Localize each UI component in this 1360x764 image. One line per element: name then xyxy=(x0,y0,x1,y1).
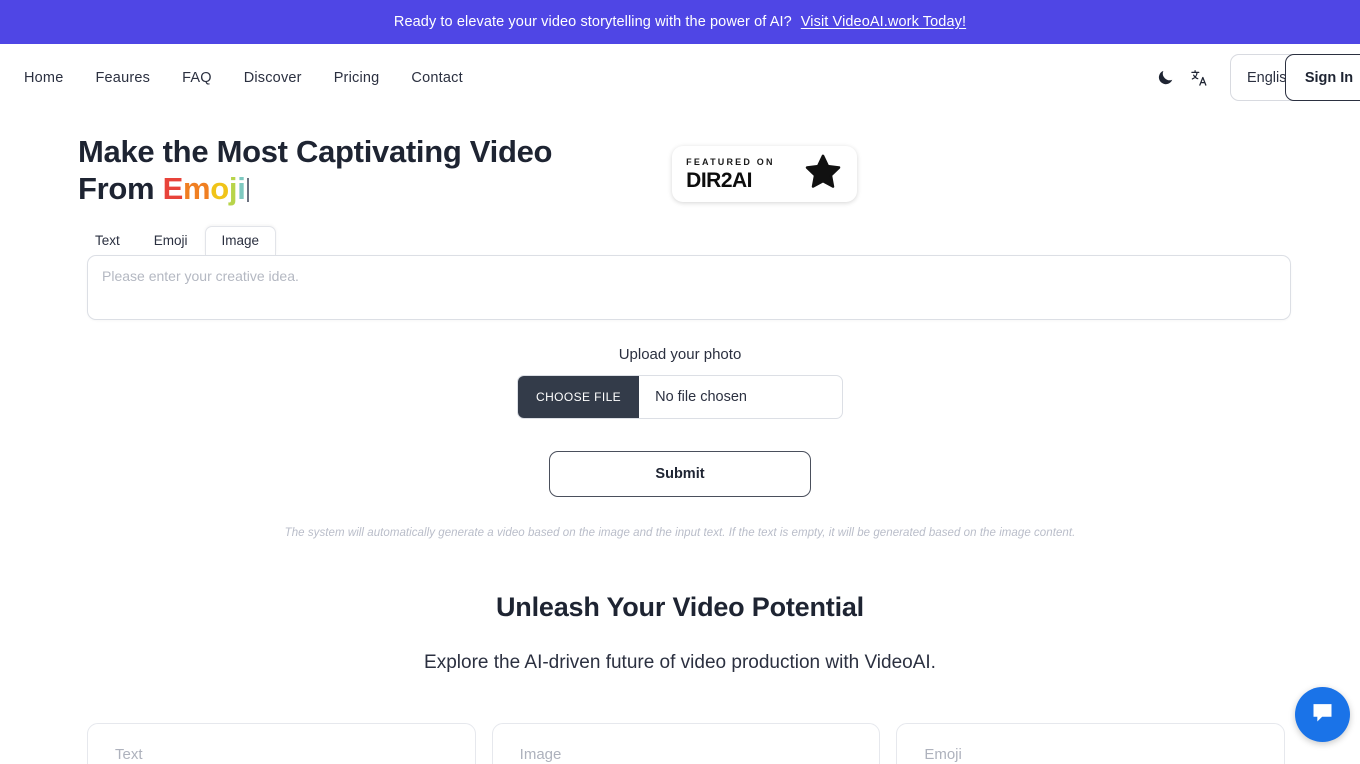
generator-tabs: Text Emoji Image xyxy=(78,225,1360,256)
file-upload-control[interactable]: CHOOSE FILE No file chosen xyxy=(517,375,843,420)
featured-badge[interactable]: FEATURED ON DIR2AI xyxy=(672,146,858,202)
nav-item-features[interactable]: Feaures xyxy=(95,70,150,86)
announcement-link[interactable]: Visit VideoAI.work Today! xyxy=(801,14,966,30)
file-name-display: No file chosen xyxy=(655,389,747,406)
feature-cards: Text Image Emoji xyxy=(87,723,1286,764)
translate-icon[interactable] xyxy=(1182,61,1216,95)
feature-card-image[interactable]: Image xyxy=(491,723,881,764)
submit-button[interactable]: Submit xyxy=(549,451,811,498)
nav-item-faq[interactable]: FAQ xyxy=(182,70,212,86)
generator-form xyxy=(87,255,1291,325)
main-navigation: Home Feaures FAQ Discover Pricing Contac… xyxy=(24,70,463,86)
upload-photo-label: Upload your photo xyxy=(618,346,742,364)
moon-icon[interactable] xyxy=(1148,61,1182,95)
hero-title-prefix: From xyxy=(78,170,163,206)
typed-letter-1: m xyxy=(183,170,211,206)
typed-letter-2: o xyxy=(210,170,229,206)
star-icon xyxy=(803,153,843,196)
potential-title: Unleash Your Video Potential xyxy=(496,592,864,623)
featured-badge-texts: FEATURED ON DIR2AI xyxy=(686,156,803,192)
nav-item-contact[interactable]: Contact xyxy=(411,70,462,86)
page-title: Make the Most Captivating Video From Emo… xyxy=(78,134,552,207)
announcement-banner: Ready to elevate your video storytelling… xyxy=(0,0,1360,44)
site-header: Home Feaures FAQ Discover Pricing Contac… xyxy=(0,44,1360,111)
tab-emoji[interactable]: Emoji xyxy=(137,226,205,255)
typed-word: Emoji xyxy=(163,171,246,206)
feature-card-text[interactable]: Text xyxy=(87,723,476,764)
nav-item-discover[interactable]: Discover xyxy=(244,70,302,86)
potential-subtitle: Explore the AI-driven future of video pr… xyxy=(424,652,936,674)
nav-item-pricing[interactable]: Pricing xyxy=(334,70,380,86)
choose-file-button[interactable]: CHOOSE FILE xyxy=(518,376,640,419)
typing-cursor xyxy=(246,177,249,202)
tab-image[interactable]: Image xyxy=(204,225,277,256)
hero-title-line1: Make the Most Captivating Video xyxy=(78,134,553,169)
hero-section: Make the Most Captivating Video From Emo… xyxy=(0,111,1360,207)
header-controls: English Sign In xyxy=(1148,54,1360,101)
generator-disclaimer: The system will automatically generate a… xyxy=(284,527,1076,540)
sign-in-button[interactable]: Sign In xyxy=(1285,54,1360,101)
tab-text[interactable]: Text xyxy=(78,226,137,255)
feature-card-emoji[interactable]: Emoji xyxy=(896,723,1286,764)
nav-item-home[interactable]: Home xyxy=(24,70,63,86)
featured-badge-sublabel: FEATURED ON xyxy=(686,156,775,167)
featured-badge-label: DIR2AI xyxy=(686,168,753,192)
typed-letter-3: j xyxy=(228,170,238,206)
chat-bubble-icon xyxy=(1309,699,1336,731)
typed-letter-4: i xyxy=(237,170,246,206)
chat-widget-button[interactable] xyxy=(1295,687,1350,742)
announcement-text: Ready to elevate your video storytelling… xyxy=(393,14,792,30)
typed-letter-0: E xyxy=(162,170,184,206)
hero-title-line2: From Emoji xyxy=(78,171,552,208)
creative-idea-input[interactable] xyxy=(87,255,1291,321)
